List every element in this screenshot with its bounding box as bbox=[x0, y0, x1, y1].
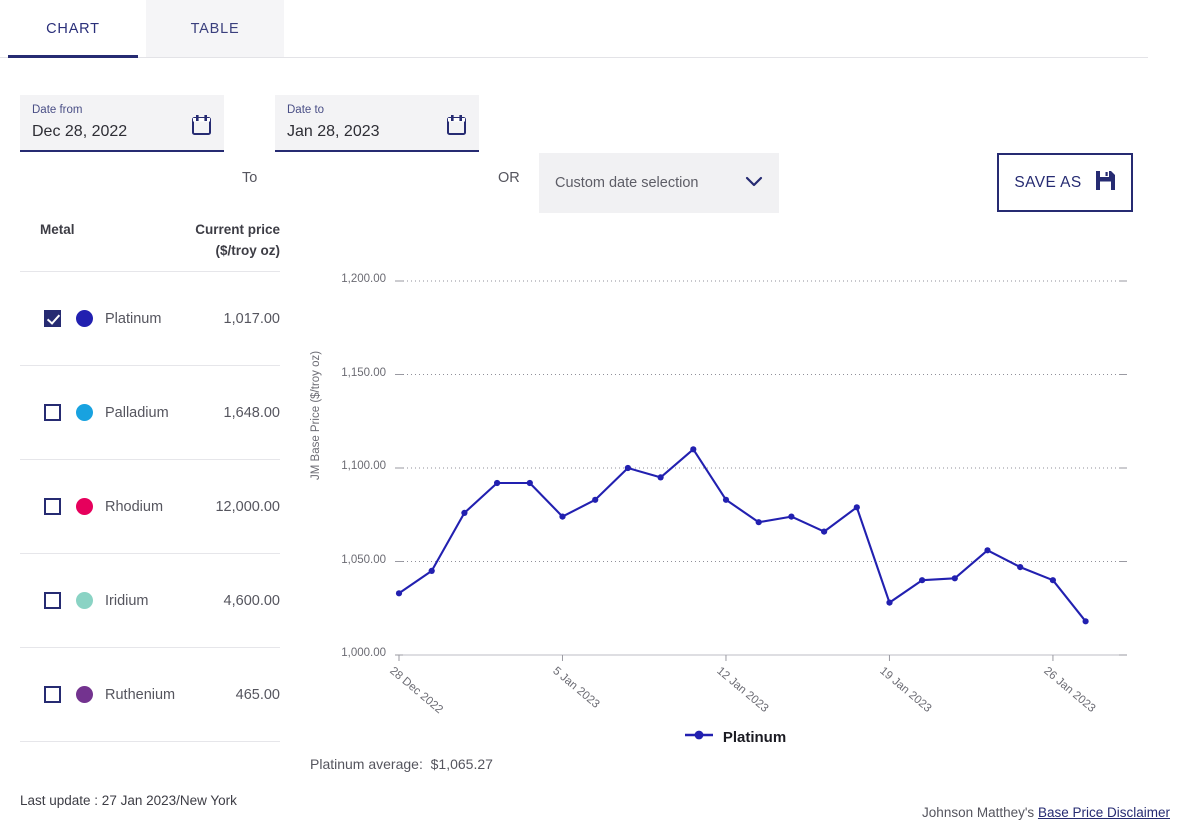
platinum-average-value: $1,065.27 bbox=[431, 756, 493, 772]
data-point[interactable] bbox=[854, 504, 860, 510]
metal-price: 4,600.00 bbox=[224, 593, 280, 609]
platinum-average: Platinum average: $1,065.27 bbox=[310, 756, 493, 772]
tab-table-label: TABLE bbox=[191, 21, 240, 37]
data-point[interactable] bbox=[494, 480, 500, 486]
date-to-field[interactable]: Date to Jan 28, 2023 bbox=[275, 95, 479, 152]
column-header-metal: Metal bbox=[40, 222, 75, 237]
filter-toolbar: Date from Dec 28, 2022 To Date to Jan 28… bbox=[0, 58, 1188, 173]
data-point[interactable] bbox=[592, 497, 598, 503]
chart-canvas bbox=[300, 210, 1170, 720]
metal-price: 465.00 bbox=[236, 687, 280, 703]
metal-checkbox-rhodium[interactable] bbox=[44, 498, 61, 515]
metal-color-swatch-ruthenium bbox=[76, 686, 93, 703]
y-axis-tick-label: 1,050.00 bbox=[300, 554, 386, 566]
date-from-value: Dec 28, 2022 bbox=[32, 118, 212, 146]
legend-label-platinum: Platinum bbox=[723, 729, 786, 746]
platinum-average-label: Platinum average: bbox=[310, 756, 423, 772]
metal-checkbox-platinum[interactable] bbox=[44, 310, 61, 327]
or-label: OR bbox=[498, 170, 520, 186]
data-point[interactable] bbox=[886, 600, 892, 606]
data-point[interactable] bbox=[952, 575, 958, 581]
metal-price: 1,648.00 bbox=[224, 405, 280, 421]
chevron-down-icon bbox=[745, 174, 763, 192]
data-point[interactable] bbox=[984, 547, 990, 553]
date-to-label: Date to bbox=[287, 103, 467, 117]
metal-name: Iridium bbox=[105, 593, 149, 609]
metal-checkbox-palladium[interactable] bbox=[44, 404, 61, 421]
tab-chart-label: CHART bbox=[46, 21, 100, 37]
date-from-field[interactable]: Date from Dec 28, 2022 bbox=[20, 95, 224, 152]
disclaimer-line: Johnson Matthey's Base Price Disclaimer bbox=[922, 805, 1170, 820]
metal-color-swatch-platinum bbox=[76, 310, 93, 327]
custom-date-selection-dropdown[interactable]: Custom date selection bbox=[539, 153, 779, 213]
metal-row-ruthenium[interactable]: Ruthenium 465.00 bbox=[20, 648, 280, 742]
data-point[interactable] bbox=[461, 510, 467, 516]
metal-color-swatch-rhodium bbox=[76, 498, 93, 515]
metal-price: 1,017.00 bbox=[224, 311, 280, 327]
save-as-button[interactable]: SAVE AS bbox=[997, 153, 1133, 212]
metal-name: Ruthenium bbox=[105, 687, 175, 703]
tab-bar: CHART TABLE bbox=[0, 0, 1148, 58]
date-to-value: Jan 28, 2023 bbox=[287, 118, 467, 146]
base-price-disclaimer-link[interactable]: Base Price Disclaimer bbox=[1038, 805, 1170, 820]
tab-table[interactable]: TABLE bbox=[146, 0, 284, 57]
y-axis-tick-label: 1,100.00 bbox=[300, 460, 386, 472]
metal-checkbox-ruthenium[interactable] bbox=[44, 686, 61, 703]
data-point[interactable] bbox=[788, 514, 794, 520]
date-range-joiner: To bbox=[242, 170, 257, 186]
data-point[interactable] bbox=[396, 590, 402, 596]
data-point[interactable] bbox=[723, 497, 729, 503]
data-point[interactable] bbox=[821, 529, 827, 535]
date-from-label: Date from bbox=[32, 103, 212, 117]
metal-row-platinum[interactable]: Platinum 1,017.00 bbox=[20, 272, 280, 366]
y-axis-tick-label: 1,200.00 bbox=[300, 273, 386, 285]
data-point[interactable] bbox=[919, 577, 925, 583]
metal-name: Rhodium bbox=[105, 499, 163, 515]
metal-row-palladium[interactable]: Palladium 1,648.00 bbox=[20, 366, 280, 460]
data-point[interactable] bbox=[527, 480, 533, 486]
legend-marker-platinum bbox=[684, 728, 714, 746]
column-header-current-price: Current price bbox=[195, 222, 280, 237]
floppy-disk-save-icon bbox=[1095, 170, 1116, 196]
data-point[interactable] bbox=[690, 446, 696, 452]
metal-name: Palladium bbox=[105, 405, 169, 421]
data-point[interactable] bbox=[625, 465, 631, 471]
data-point[interactable] bbox=[559, 514, 565, 520]
metal-checkbox-iridium[interactable] bbox=[44, 592, 61, 609]
metal-row-iridium[interactable]: Iridium 4,600.00 bbox=[20, 554, 280, 648]
metal-selector-panel: Metal Current price ($/troy oz) Platinum… bbox=[20, 210, 280, 742]
data-point[interactable] bbox=[1050, 577, 1056, 583]
metal-price: 12,000.00 bbox=[215, 499, 280, 515]
tab-chart[interactable]: CHART bbox=[0, 0, 146, 57]
custom-date-selection-value: Custom date selection bbox=[555, 175, 745, 191]
data-point[interactable] bbox=[756, 519, 762, 525]
last-update-text: Last update : 27 Jan 2023/New York bbox=[20, 793, 237, 808]
calendar-icon[interactable] bbox=[447, 115, 466, 140]
chart-legend: Platinum bbox=[300, 728, 1170, 746]
y-axis-tick-label: 1,000.00 bbox=[300, 647, 386, 659]
price-chart: JM Base Price ($/troy oz) 1,000.001,050.… bbox=[300, 210, 1170, 790]
metal-table-header: Metal Current price ($/troy oz) bbox=[20, 210, 280, 272]
series-line-platinum bbox=[399, 449, 1086, 621]
data-point[interactable] bbox=[1017, 564, 1023, 570]
save-as-label: SAVE AS bbox=[1014, 174, 1081, 192]
metal-row-rhodium[interactable]: Rhodium 12,000.00 bbox=[20, 460, 280, 554]
metal-color-swatch-iridium bbox=[76, 592, 93, 609]
y-axis-tick-label: 1,150.00 bbox=[300, 367, 386, 379]
metal-name: Platinum bbox=[105, 311, 161, 327]
data-point[interactable] bbox=[1083, 618, 1089, 624]
metal-color-swatch-palladium bbox=[76, 404, 93, 421]
column-header-unit: ($/troy oz) bbox=[215, 243, 280, 258]
disclaimer-prefix: Johnson Matthey's bbox=[922, 805, 1034, 820]
data-point[interactable] bbox=[429, 568, 435, 574]
data-point[interactable] bbox=[658, 474, 664, 480]
calendar-icon[interactable] bbox=[192, 115, 211, 140]
